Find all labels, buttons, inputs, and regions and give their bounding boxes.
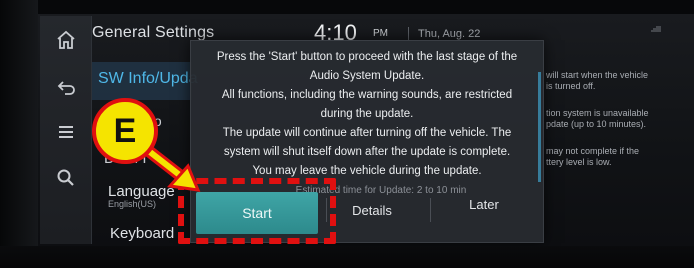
screen-bezel-top [0,0,694,14]
side-rail [40,16,92,244]
background-note-2: tion system is unavailable pdate (up to … [546,108,694,130]
menu-item-keyboard[interactable]: Keyboard [110,225,174,242]
home-icon-svg [57,30,75,49]
home-icon[interactable] [54,28,78,52]
car-display-screen: General Settings 4:10 PM Thu, Aug. 22 SW… [0,0,694,268]
menu-item-sw-info[interactable]: SW Info/Upda [98,70,198,88]
background-note-3: may not complete if the ttery level is l… [546,146,694,168]
dialog-message-line: The update will continue after turning o… [222,127,512,139]
step-badge: E [92,98,158,164]
clock-date: Thu, Aug. 22 [418,28,481,40]
button-divider [430,198,431,222]
dialog-scrollbar[interactable] [538,72,541,182]
search-icon-svg [57,169,74,186]
status-icon [650,24,662,35]
clock-ampm: PM [373,28,388,39]
dialog-message-line: All functions, including the warning sou… [221,89,513,101]
background-note-1: will start when the vehicle is turned of… [546,70,694,92]
header-divider [408,27,409,40]
dialog-message-line: system will shut itself down after the u… [223,146,511,158]
arrow-shaft-inner [147,149,189,183]
dialog-message-line: Audio System Update. [309,70,425,82]
background-note-line: is turned off. [546,81,596,91]
background-note-line: tion system is unavailable [546,108,649,118]
back-icon-svg [57,81,75,95]
dialog-message: Press the 'Start' button to proceed with… [196,48,538,181]
dialog-message-line: Press the 'Start' button to proceed with… [216,51,518,63]
menu-item-language[interactable]: Language [108,183,175,200]
status-icon-svg [651,26,661,32]
menu-icon[interactable] [54,120,78,144]
later-button[interactable]: Later [444,194,524,216]
menu-item-language-value: English(US) [108,199,157,209]
dialog-message-line: during the update. [320,108,414,120]
background-note-line: will start when the vehicle [546,70,649,80]
menu-icon-svg [59,126,73,138]
screen-bezel-left [0,0,38,268]
search-icon[interactable] [54,166,78,190]
details-button[interactable]: Details [332,200,412,222]
background-note-line: pdate (up to 10 minutes). [546,119,647,129]
back-icon[interactable] [54,76,78,100]
arrow-shaft [144,146,192,186]
highlight-box [178,178,336,244]
background-note-line: may not complete if the [546,146,640,156]
background-note-line: ttery level is low. [546,157,612,167]
screen-bezel-bottom [0,246,694,268]
